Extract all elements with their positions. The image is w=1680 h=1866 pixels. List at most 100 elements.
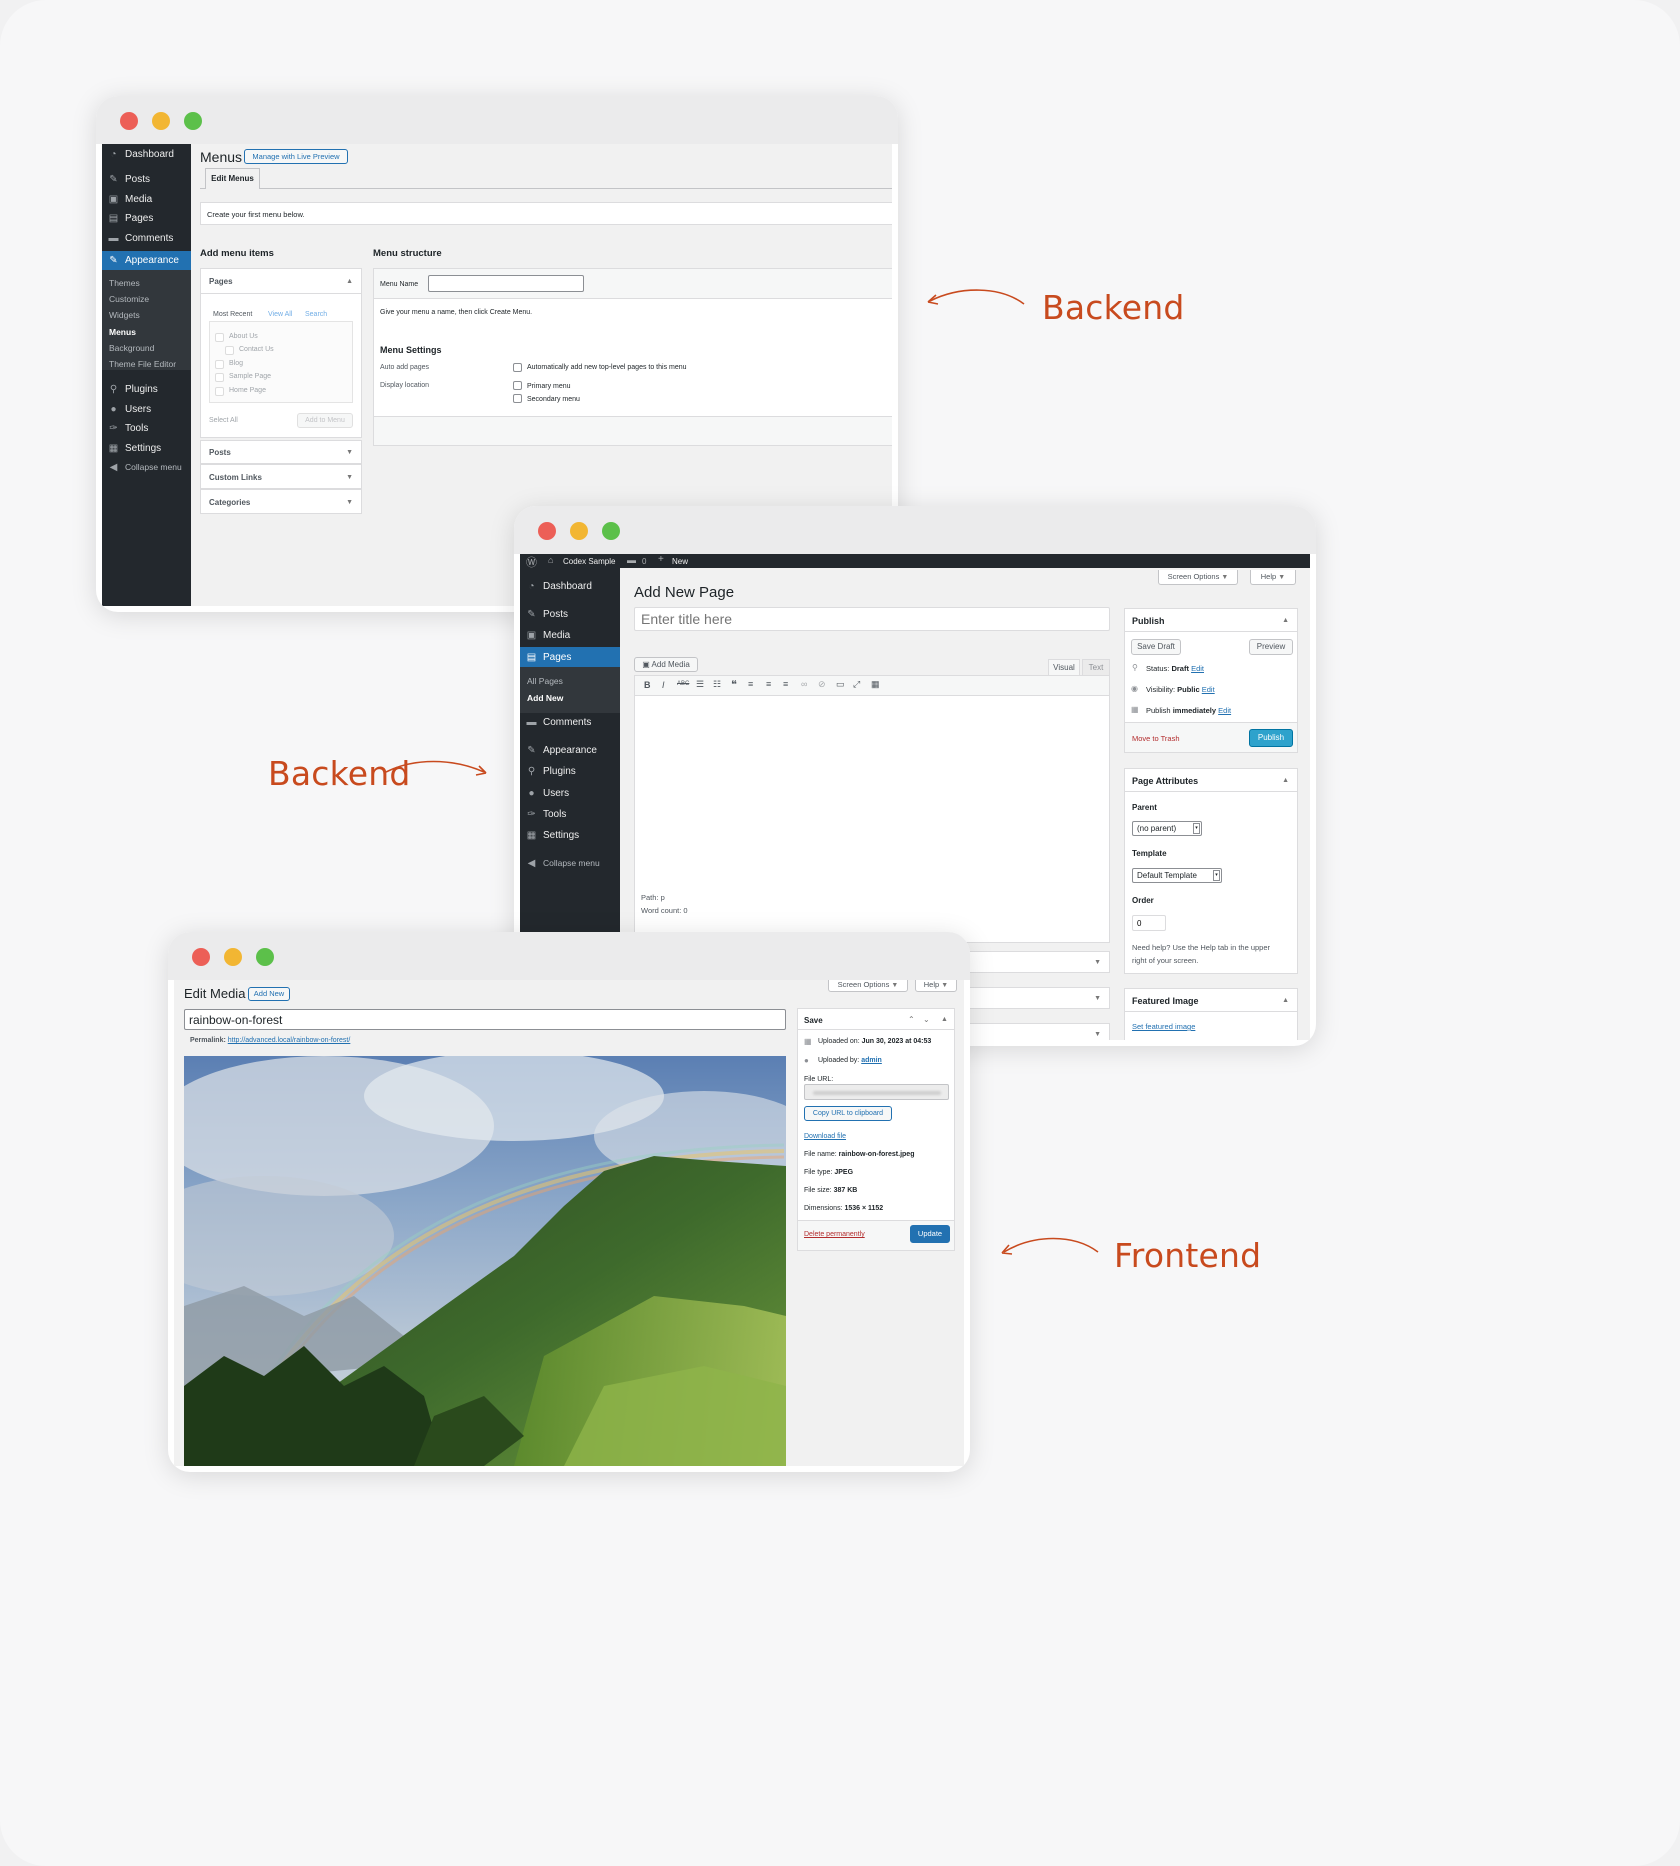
- blockquote-icon[interactable]: ❝: [731, 678, 737, 691]
- subtab-view-all[interactable]: View All: [268, 311, 292, 318]
- edit-status-link[interactable]: Edit: [1191, 664, 1204, 673]
- collapse-arrow-icon[interactable]: ▲: [1282, 997, 1289, 1004]
- template-select[interactable]: Default Template ▾: [1132, 868, 1222, 883]
- new-content-link[interactable]: New: [672, 557, 688, 566]
- parent-select[interactable]: (no parent) ▾: [1132, 821, 1202, 836]
- sidebar-item-appearance[interactable]: ✎ Appearance: [102, 251, 191, 270]
- pages-panel-title[interactable]: Pages: [209, 277, 233, 286]
- close-button[interactable]: [538, 522, 556, 540]
- minimize-button[interactable]: [224, 948, 242, 966]
- auto-add-checkbox[interactable]: [513, 363, 522, 372]
- help-button[interactable]: Help ▼: [915, 980, 957, 992]
- collapse-arrow-icon[interactable]: ▲: [1282, 617, 1289, 624]
- minimize-button[interactable]: [570, 522, 588, 540]
- link-icon[interactable]: ∞: [801, 679, 807, 689]
- sidebar-item-users[interactable]: ● Users: [520, 784, 620, 802]
- primary-menu-checkbox[interactable]: [513, 381, 522, 390]
- site-name-link[interactable]: Codex Sample: [563, 557, 615, 566]
- move-down-icon[interactable]: ⌄: [923, 1015, 930, 1024]
- sidebar-item-posts[interactable]: ✎ Posts: [520, 605, 620, 623]
- sidebar-item-media[interactable]: ▣ Media: [520, 626, 620, 644]
- submenu-item-widgets[interactable]: Widgets: [109, 310, 140, 320]
- align-right-icon[interactable]: ≡: [783, 679, 788, 689]
- sidebar-item-users[interactable]: ● Users: [102, 401, 191, 417]
- edit-schedule-link[interactable]: Edit: [1218, 706, 1231, 715]
- tab-visual[interactable]: Visual: [1048, 659, 1080, 675]
- read-more-icon[interactable]: ▭: [836, 679, 845, 690]
- save-draft-button[interactable]: Save Draft: [1131, 639, 1181, 655]
- categories-panel[interactable]: Categories ▼: [200, 489, 362, 514]
- update-button[interactable]: Update: [910, 1225, 950, 1243]
- custom-links-panel[interactable]: Custom Links ▼: [200, 464, 362, 489]
- tab-edit-menus[interactable]: Edit Menus: [205, 168, 260, 189]
- set-featured-image-link[interactable]: Set featured image: [1132, 1022, 1195, 1031]
- collapse-menu[interactable]: ◀ Collapse menu: [520, 854, 620, 872]
- sidebar-item-settings[interactable]: ▦ Settings: [520, 826, 620, 844]
- unlink-icon[interactable]: ⊘: [818, 679, 826, 690]
- collapse-arrow-icon[interactable]: ▲: [941, 1016, 948, 1023]
- collapse-arrow-icon[interactable]: ▲: [346, 278, 353, 285]
- sidebar-item-plugins[interactable]: ⚲ Plugins: [520, 762, 620, 780]
- page-checkbox[interactable]: [215, 360, 224, 369]
- submenu-item-add-new[interactable]: Add New: [527, 693, 563, 703]
- move-up-icon[interactable]: ⌃: [908, 1015, 915, 1024]
- menu-name-input[interactable]: [428, 275, 584, 292]
- bullet-list-icon[interactable]: ☰: [696, 679, 704, 690]
- sidebar-item-comments[interactable]: ▬ Comments: [520, 713, 620, 731]
- sidebar-item-dashboard[interactable]: ◔ Dashboard: [102, 146, 191, 162]
- uploader-link[interactable]: admin: [861, 1057, 882, 1064]
- subtab-search[interactable]: Search: [305, 311, 327, 318]
- sidebar-item-media[interactable]: ▣ Media: [102, 191, 191, 207]
- submenu-item-theme-file-editor[interactable]: Theme File Editor: [109, 359, 176, 369]
- select-all-link[interactable]: Select All: [209, 417, 238, 424]
- live-preview-button[interactable]: Manage with Live Preview: [244, 149, 348, 164]
- submenu-item-themes[interactable]: Themes: [109, 278, 140, 288]
- delete-permanently-link[interactable]: Delete permanently: [804, 1231, 865, 1238]
- subtab-most-recent[interactable]: Most Recent: [213, 311, 252, 318]
- sidebar-item-appearance[interactable]: ✎ Appearance: [520, 741, 620, 759]
- submenu-item-customize[interactable]: Customize: [109, 294, 149, 304]
- collapse-menu[interactable]: ◀ Collapse menu: [102, 459, 191, 475]
- sidebar-item-tools[interactable]: ✑ Tools: [520, 805, 620, 823]
- submenu-item-menus[interactable]: Menus: [109, 327, 136, 337]
- sidebar-item-plugins[interactable]: ⚲ Plugins: [102, 381, 191, 397]
- move-to-trash-link[interactable]: Move to Trash: [1132, 734, 1180, 743]
- minimize-button[interactable]: [152, 112, 170, 130]
- close-button[interactable]: [192, 948, 210, 966]
- file-url-field[interactable]: [804, 1084, 949, 1100]
- close-button[interactable]: [120, 112, 138, 130]
- sidebar-item-pages[interactable]: ▤ Pages: [102, 210, 191, 226]
- sidebar-item-dashboard[interactable]: ◔ Dashboard: [520, 577, 620, 595]
- sidebar-item-tools[interactable]: ✑ Tools: [102, 420, 191, 436]
- align-center-icon[interactable]: ≡: [766, 679, 771, 689]
- page-checkbox[interactable]: [215, 373, 224, 382]
- toolbar-toggle-icon[interactable]: ▦: [871, 679, 880, 690]
- strikethrough-icon[interactable]: ABC: [677, 681, 689, 687]
- page-checkbox[interactable]: [225, 346, 234, 355]
- align-left-icon[interactable]: ≡: [748, 679, 753, 689]
- page-checkbox[interactable]: [215, 387, 224, 396]
- collapse-arrow-icon[interactable]: ▲: [1282, 777, 1289, 784]
- secondary-menu-checkbox[interactable]: [513, 394, 522, 403]
- submenu-item-background[interactable]: Background: [109, 343, 154, 353]
- sidebar-item-settings[interactable]: ▦ Settings: [102, 440, 191, 456]
- edit-visibility-link[interactable]: Edit: [1202, 685, 1215, 694]
- add-new-button[interactable]: Add New: [248, 987, 290, 1001]
- sidebar-item-posts[interactable]: ✎ Posts: [102, 171, 191, 187]
- italic-icon[interactable]: I: [662, 680, 665, 690]
- preview-button[interactable]: Preview: [1249, 639, 1293, 655]
- add-to-menu-button[interactable]: Add to Menu: [297, 413, 353, 428]
- sidebar-item-comments[interactable]: ▬ Comments: [102, 230, 191, 246]
- screen-options-button[interactable]: Screen Options ▼: [828, 980, 908, 992]
- submenu-item-all-pages[interactable]: All Pages: [527, 676, 563, 686]
- fullscreen-icon[interactable]: ⤢: [853, 679, 860, 690]
- maximize-button[interactable]: [602, 522, 620, 540]
- maximize-button[interactable]: [256, 948, 274, 966]
- publish-button[interactable]: Publish: [1249, 729, 1293, 747]
- screen-options-button[interactable]: Screen Options ▼: [1158, 570, 1238, 585]
- comments-count[interactable]: 0: [642, 557, 646, 566]
- copy-url-button[interactable]: Copy URL to clipboard: [804, 1106, 892, 1121]
- numbered-list-icon[interactable]: ☷: [713, 679, 721, 690]
- bold-icon[interactable]: B: [644, 680, 651, 690]
- maximize-button[interactable]: [184, 112, 202, 130]
